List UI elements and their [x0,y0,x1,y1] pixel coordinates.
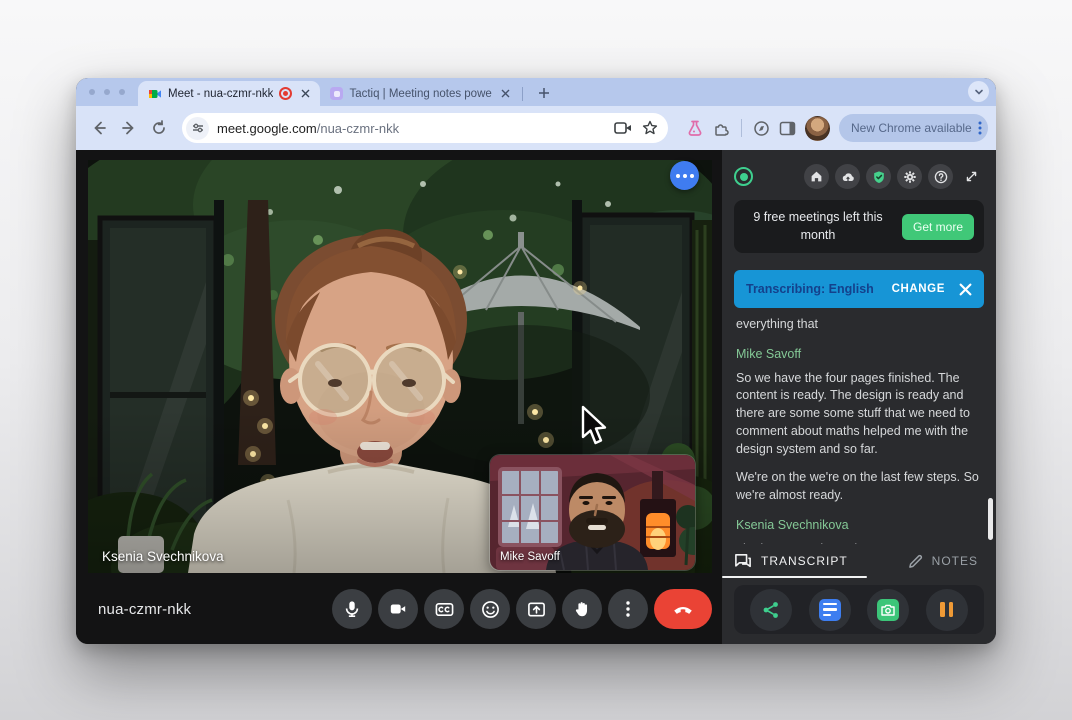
get-more-button[interactable]: Get more [902,214,974,240]
expand-panel-button[interactable] [959,164,984,189]
close-banner-icon[interactable] [959,283,972,296]
tactiq-logo-icon [734,167,753,186]
screenshot-button[interactable] [867,589,909,631]
transcript-speaker: Mike Savoff [736,347,982,361]
main-video-tile[interactable]: Ksenia Svechnikova [88,160,712,573]
share-button[interactable] [750,589,792,631]
tab-separator [522,87,523,101]
more-options-button[interactable] [608,589,648,629]
open-doc-button[interactable] [809,589,851,631]
camera-button[interactable] [378,589,418,629]
new-tab-button[interactable] [533,82,555,104]
url-text: meet.google.com/nua-czmr-nkk [217,121,606,136]
url-bar[interactable]: meet.google.com/nua-czmr-nkk [182,113,668,143]
microphone-button[interactable] [332,589,372,629]
notes-pencil-icon [908,554,923,569]
meet-stage: Ksenia Svechnikova [76,150,722,644]
participant-name-label: Ksenia Svechnikova [102,549,224,564]
browser-menu-dots-icon[interactable] [978,121,982,135]
tab-search-chevron-icon[interactable] [968,81,989,102]
active-tab-underline [722,576,867,579]
pause-transcription-button[interactable] [926,589,968,631]
camera-icon [877,599,899,621]
tab-title: Meet - nua-czmr-nkk [168,88,273,100]
tab-tactiq[interactable]: Tactiq | Meeting notes powe [320,81,520,106]
transcript-list[interactable]: everything that Mike Savoff So we have t… [734,308,984,544]
captions-button[interactable] [424,589,464,629]
recording-indicator-icon [279,87,292,100]
transcript-line: We're on the we're on the last few steps… [736,469,982,505]
settings-gear-button[interactable] [897,164,922,189]
side-panel-icon[interactable] [779,120,796,137]
meet-favicon [148,87,162,101]
url-domain: meet.google.com [217,121,317,136]
tactiq-extension-icon[interactable] [686,119,704,137]
camera-in-use-icon[interactable] [614,121,632,135]
site-settings-icon[interactable] [186,117,209,140]
mouse-cursor [579,405,609,449]
close-tab-icon[interactable] [498,87,512,101]
transcribing-status-label: Transcribing: English [746,282,882,296]
transcript-line: everything that [736,316,982,334]
end-call-button[interactable] [654,589,712,629]
google-docs-icon [819,599,841,621]
window-traffic-lights[interactable] [89,89,125,95]
browser-toolbar: meet.google.com/nua-czmr-nkk New Chrome … [76,106,996,150]
participant-name-label: Mike Savoff [500,551,560,563]
sidebar-tab-bar: TRANSCRIPT NOTES [734,544,984,578]
tab-strip: Meet - nua-czmr-nkk Tactiq | Meeting not… [76,78,996,106]
browser-window: Meet - nua-czmr-nkk Tactiq | Meeting not… [76,78,996,644]
free-meetings-card: 9 free meetings left this month Get more [734,200,984,253]
url-path: /nua-czmr-nkk [317,121,399,136]
close-tab-icon[interactable] [298,87,312,101]
meet-control-bar: nua-czmr-nkk [76,574,722,644]
meeting-code-label: nua-czmr-nkk [98,601,191,618]
transcript-chat-icon [734,553,752,569]
home-button[interactable] [804,164,829,189]
extensions-puzzle-icon[interactable] [713,120,730,137]
pause-icon [940,602,953,617]
sidebar-action-bar [734,585,984,634]
tab-title: Tactiq | Meeting notes powe [349,88,492,100]
pip-video-tile[interactable]: Mike Savoff [490,455,695,570]
raise-hand-button[interactable] [562,589,602,629]
transcript-line: So we have the four pages finished. The … [736,370,982,459]
tactiq-sidebar: 9 free meetings left this month Get more… [722,150,996,644]
present-screen-button[interactable] [516,589,556,629]
reactions-button[interactable] [470,589,510,629]
sidebar-scrollbar[interactable] [988,498,993,540]
free-meetings-label: 9 free meetings left this month [744,209,892,244]
chat-bubble-button[interactable] [670,161,699,190]
tab-notes-label: NOTES [932,554,978,568]
back-button[interactable] [86,115,112,141]
profile-avatar[interactable] [805,116,830,141]
tab-transcript-label: TRANSCRIPT [761,554,848,568]
chrome-update-button[interactable]: New Chrome available [839,114,988,142]
change-language-button[interactable]: CHANGE [892,283,945,295]
transcribing-banner: Transcribing: English CHANGE [734,270,984,308]
forward-button[interactable] [116,115,142,141]
cloud-upload-button[interactable] [835,164,860,189]
bookmark-star-icon[interactable] [642,120,658,136]
privacy-shield-button[interactable] [866,164,891,189]
tab-transcript[interactable]: TRANSCRIPT [734,553,848,569]
transcript-speaker: Ksenia Svechnikova [736,518,982,532]
tactiq-favicon [330,87,343,100]
tab-meet[interactable]: Meet - nua-czmr-nkk [138,81,320,106]
reload-button[interactable] [146,115,172,141]
help-button[interactable] [928,164,953,189]
journeys-icon[interactable] [753,120,770,137]
chrome-update-label: New Chrome available [851,121,972,135]
tab-notes[interactable]: NOTES [908,554,984,569]
toolbar-divider [741,119,742,137]
